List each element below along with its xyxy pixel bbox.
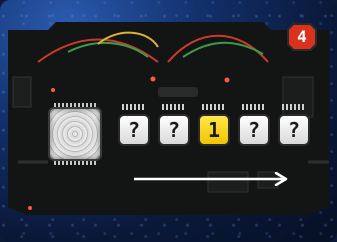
cpu-pins-top — [54, 103, 96, 107]
cpu-pins-bottom — [54, 161, 96, 165]
slot-chip-pins — [122, 104, 146, 110]
level-badge: 4 — [287, 23, 317, 51]
slot-value: ? — [238, 114, 270, 146]
direction-arrow-icon — [134, 172, 288, 186]
slot-5[interactable]: ? — [278, 104, 310, 147]
game-card: 4 ? ? 1 ? ? — [0, 0, 337, 242]
slot-value: ? — [118, 114, 150, 146]
slot-value: ? — [278, 114, 310, 146]
slot-1[interactable]: ? — [118, 104, 150, 147]
slot-chip-pins — [162, 104, 186, 110]
level-number: 4 — [297, 27, 307, 46]
slot-chip-pins — [242, 104, 266, 110]
slot-value: 1 — [198, 114, 230, 146]
slot-chip-pins — [282, 104, 306, 110]
slot-2[interactable]: ? — [158, 104, 190, 147]
cpu-core — [50, 109, 100, 159]
slot-3-selected[interactable]: 1 — [198, 104, 230, 147]
cpu-chip — [46, 103, 104, 165]
slot-4[interactable]: ? — [238, 104, 270, 147]
slot-value: ? — [158, 114, 190, 146]
slot-chip-pins — [202, 104, 226, 110]
